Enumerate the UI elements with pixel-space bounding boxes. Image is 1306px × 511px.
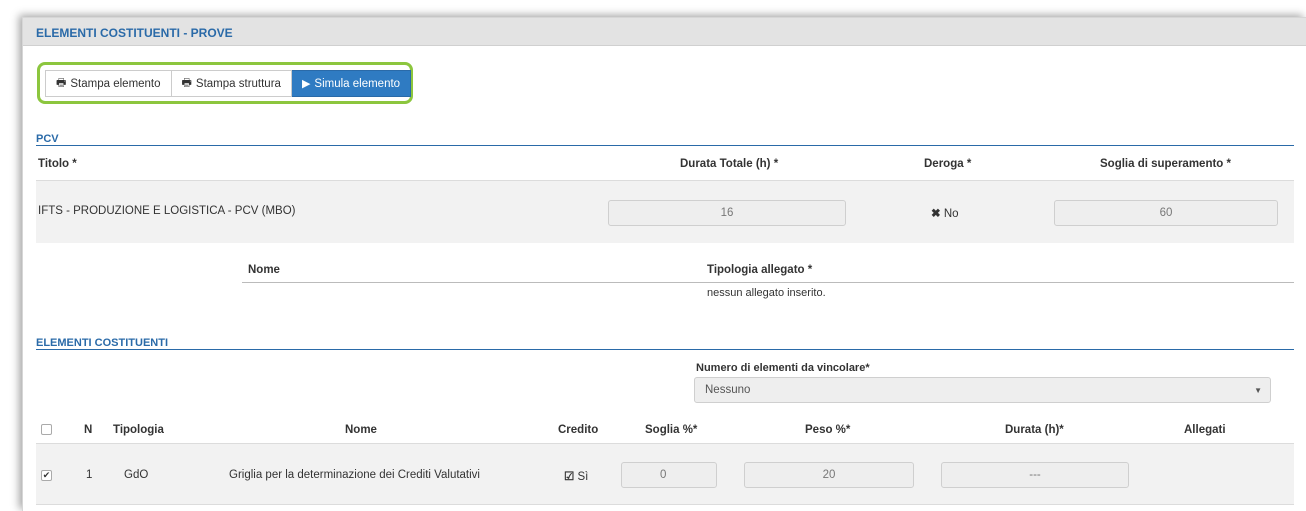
- attachments-col-type: Tipologia allegato *: [707, 264, 813, 276]
- pcv-section-title: PCV: [36, 133, 59, 145]
- pcv-threshold-value: 60: [1159, 207, 1173, 219]
- attachments-header-divider: [242, 282, 1294, 283]
- pcv-duration-value: 16: [720, 207, 734, 219]
- row-duration-value: ---: [1029, 469, 1041, 481]
- row-credit-value: Sì: [577, 471, 589, 483]
- pcv-title-value: IFTS - PRODUZIONE E LOGISTICA - PCV (MBO…: [38, 205, 296, 217]
- pcv-deroga-label: No: [943, 208, 959, 220]
- col-threshold: Soglia %*: [645, 424, 698, 436]
- print-structure-button[interactable]: 🖶 Stampa struttura: [171, 70, 292, 97]
- pcv-duration-field[interactable]: 16: [608, 200, 846, 226]
- print-element-button[interactable]: 🖶 Stampa elemento: [45, 70, 172, 97]
- col-name: Nome: [345, 424, 377, 436]
- row-threshold-value: 0: [660, 469, 667, 481]
- pcv-threshold-field[interactable]: 60: [1054, 200, 1278, 226]
- constraint-label: Numero di elementi da vincolare*: [696, 362, 870, 374]
- printer-icon: 🖶: [181, 77, 192, 89]
- pcv-col-title: Titolo *: [38, 158, 77, 170]
- simulate-element-label: Simula elemento: [314, 77, 401, 90]
- row-name: Griglia per la determinazione dei Credit…: [229, 469, 480, 481]
- row-n: 1: [86, 469, 93, 481]
- printer-icon: 🖶: [56, 77, 67, 89]
- elements-section-title: ELEMENTI COSTITUENTI: [36, 337, 168, 349]
- attachments-empty-text: nessun allegato inserito.: [707, 287, 826, 299]
- pcv-col-deroga: Deroga *: [924, 158, 972, 170]
- col-duration: Durata (h)*: [1005, 424, 1064, 436]
- chevron-down-icon: ▼: [1254, 386, 1262, 395]
- panel-title: ELEMENTI COSTITUENTI - PROVE: [36, 26, 233, 40]
- play-icon: ▶: [301, 78, 311, 90]
- row-checkbox[interactable]: ✔: [41, 470, 52, 481]
- row-weight-value: 20: [822, 469, 836, 481]
- row-threshold-field[interactable]: 0: [621, 462, 717, 488]
- cross-icon: ✖: [931, 208, 941, 220]
- col-n: N: [84, 424, 93, 436]
- row-type: GdO: [124, 469, 149, 481]
- checked-box-icon: ☑: [564, 471, 575, 483]
- simulate-element-button[interactable]: ▶ Simula elemento: [291, 70, 412, 97]
- constraint-select[interactable]: Nessuno ▼: [694, 377, 1271, 403]
- row-duration-field[interactable]: ---: [941, 462, 1129, 488]
- elements-section-divider: [36, 349, 1294, 350]
- constraint-select-value: Nessuno: [705, 384, 751, 396]
- print-element-label: Stampa elemento: [70, 77, 161, 90]
- pcv-deroga-value: ✖ No: [931, 206, 959, 220]
- row-credit: ☑ Sì: [564, 469, 588, 483]
- select-all-checkbox[interactable]: [41, 424, 52, 435]
- col-attachments: Allegati: [1184, 424, 1226, 436]
- panel-header: ELEMENTI COSTITUENTI - PROVE: [23, 18, 1306, 46]
- pcv-section-divider: [36, 145, 1294, 146]
- pcv-col-threshold: Soglia di superamento *: [1100, 158, 1231, 170]
- print-structure-label: Stampa struttura: [195, 77, 281, 90]
- col-weight: Peso %*: [805, 424, 851, 436]
- main-panel: ELEMENTI COSTITUENTI - PROVE 🖶 Stampa el…: [22, 17, 1306, 511]
- col-type: Tipologia: [113, 424, 164, 436]
- attachments-col-name: Nome: [248, 264, 280, 276]
- col-credit: Credito: [558, 424, 599, 436]
- table-row-divider: [36, 504, 1294, 505]
- row-weight-field[interactable]: 20: [744, 462, 914, 488]
- pcv-col-duration: Durata Totale (h) *: [680, 158, 779, 170]
- toolbar: 🖶 Stampa elemento 🖶 Stampa struttura ▶ S…: [45, 70, 412, 97]
